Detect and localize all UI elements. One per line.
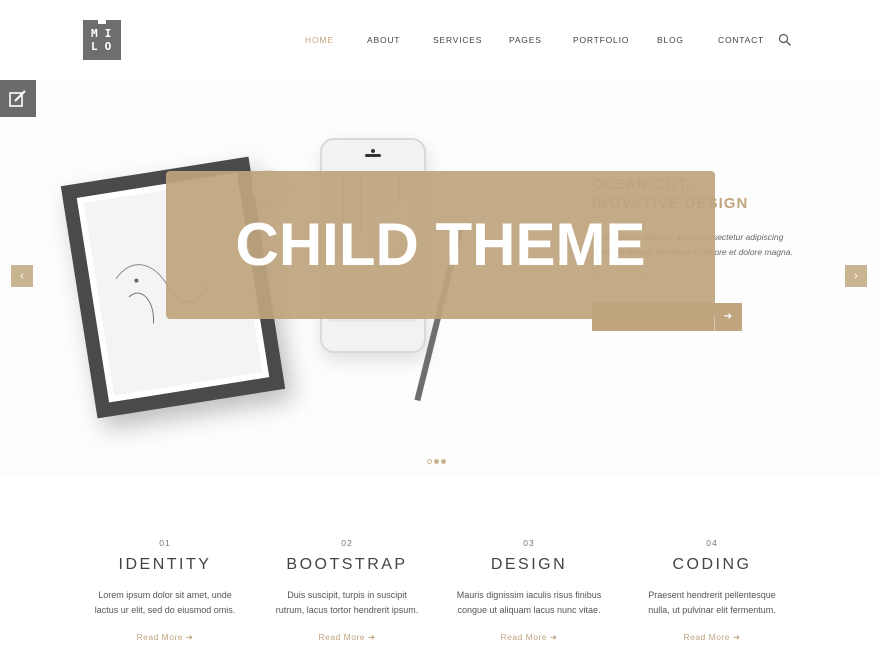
feature-coding: 04 CODING Praesent hendrerit pellentesqu…	[622, 538, 802, 645]
feature-title: CODING	[672, 556, 752, 573]
feature-description: Lorem ipsum dolor sit amet, unde lactus …	[75, 588, 255, 620]
slider-dot[interactable]	[427, 459, 432, 464]
read-more-label: Read More	[318, 632, 366, 642]
read-more-label: Read More	[500, 632, 548, 642]
feature-desc-line: Lorem ipsum dolor sit amet, unde	[98, 590, 232, 600]
logo-text-bottom: LO	[91, 40, 119, 53]
site-header: MI LO HOME ABOUT SERVICES PAGES PORTFOLI…	[0, 0, 880, 80]
site-logo[interactable]: MI LO	[83, 20, 121, 60]
feature-title: IDENTITY	[118, 556, 212, 573]
slider-prev-button[interactable]: ‹	[11, 265, 33, 287]
nav-item-pages[interactable]: PAGES	[509, 35, 542, 45]
feature-number: 01	[159, 538, 171, 548]
child-theme-banner: CHILD THEME	[166, 171, 715, 319]
logo-notch	[98, 20, 106, 24]
feature-desc-line: Praesent hendrerit pellentesque	[648, 590, 776, 600]
feature-title: DESIGN	[490, 556, 568, 573]
feature-bootstrap: 02 BOOTSTRAP Duis suscipit, turpis in su…	[257, 538, 437, 645]
feature-desc-line: lactus ur elit, sed do eiusmod omis.	[94, 605, 236, 615]
arrow-right-icon: ➔	[714, 303, 742, 331]
nav-item-contact[interactable]: CONTACT	[718, 35, 764, 45]
feature-identity: 01 IDENTITY Lorem ipsum dolor sit amet, …	[75, 538, 255, 645]
feature-design: 03 DESIGN Mauris dignissim iaculis risus…	[439, 538, 619, 645]
nav-item-portfolio[interactable]: PORTFOLIO	[573, 35, 629, 45]
feature-description: Duis suscipit, turpis in suscipit rutrum…	[257, 588, 437, 620]
search-icon[interactable]	[778, 33, 792, 47]
child-theme-text: CHILD THEME	[235, 211, 646, 278]
feature-number: 04	[706, 538, 718, 548]
read-more-link[interactable]: Read More ➜	[500, 632, 557, 643]
arrow-right-icon: ➜	[367, 632, 376, 642]
edit-tab[interactable]	[0, 80, 36, 117]
read-more-link[interactable]: Read More ➜	[136, 632, 193, 643]
nav-item-services[interactable]: SERVICES	[433, 35, 482, 45]
edit-icon	[9, 90, 26, 107]
arrow-right-icon: ➜	[185, 632, 194, 642]
feature-desc-line: congue ut aliquam lacus nunc vitae.	[457, 605, 601, 615]
arrow-right-icon: ➜	[732, 632, 741, 642]
feature-desc-line: nulla, ut pulvinar elit fermentum.	[648, 605, 776, 615]
feature-title: BOOTSTRAP	[286, 556, 408, 573]
slider-dot[interactable]	[441, 459, 446, 464]
arrow-right-icon: ➜	[549, 632, 558, 642]
phone-speaker	[365, 154, 381, 157]
feature-desc-line: Duis suscipit, turpis in suscipit	[287, 590, 407, 600]
nav-item-blog[interactable]: BLOG	[657, 35, 684, 45]
slider-dot[interactable]	[434, 459, 439, 464]
logo-text-top: MI	[91, 27, 119, 40]
slider-next-button[interactable]: ›	[845, 265, 867, 287]
feature-number: 02	[341, 538, 353, 548]
read-more-label: Read More	[683, 632, 731, 642]
slider-dots	[427, 451, 448, 464]
feature-desc-line: rutrum, lacus tortor hendrerit ipsum.	[275, 605, 419, 615]
read-more-link[interactable]: Read More ➜	[683, 632, 740, 643]
feature-number: 03	[523, 538, 535, 548]
feature-description: Praesent hendrerit pellentesque nulla, u…	[622, 588, 802, 620]
phone-camera	[371, 149, 375, 153]
features-section: 01 IDENTITY Lorem ipsum dolor sit amet, …	[0, 475, 880, 660]
feature-description: Mauris dignissim iaculis risus finibus c…	[439, 588, 619, 620]
feature-desc-line: Mauris dignissim iaculis risus finibus	[456, 590, 602, 600]
nav-item-home[interactable]: HOME	[305, 35, 334, 45]
read-more-link[interactable]: Read More ➜	[318, 632, 375, 643]
read-more-label: Read More	[136, 632, 184, 642]
nav-item-about[interactable]: ABOUT	[367, 35, 400, 45]
